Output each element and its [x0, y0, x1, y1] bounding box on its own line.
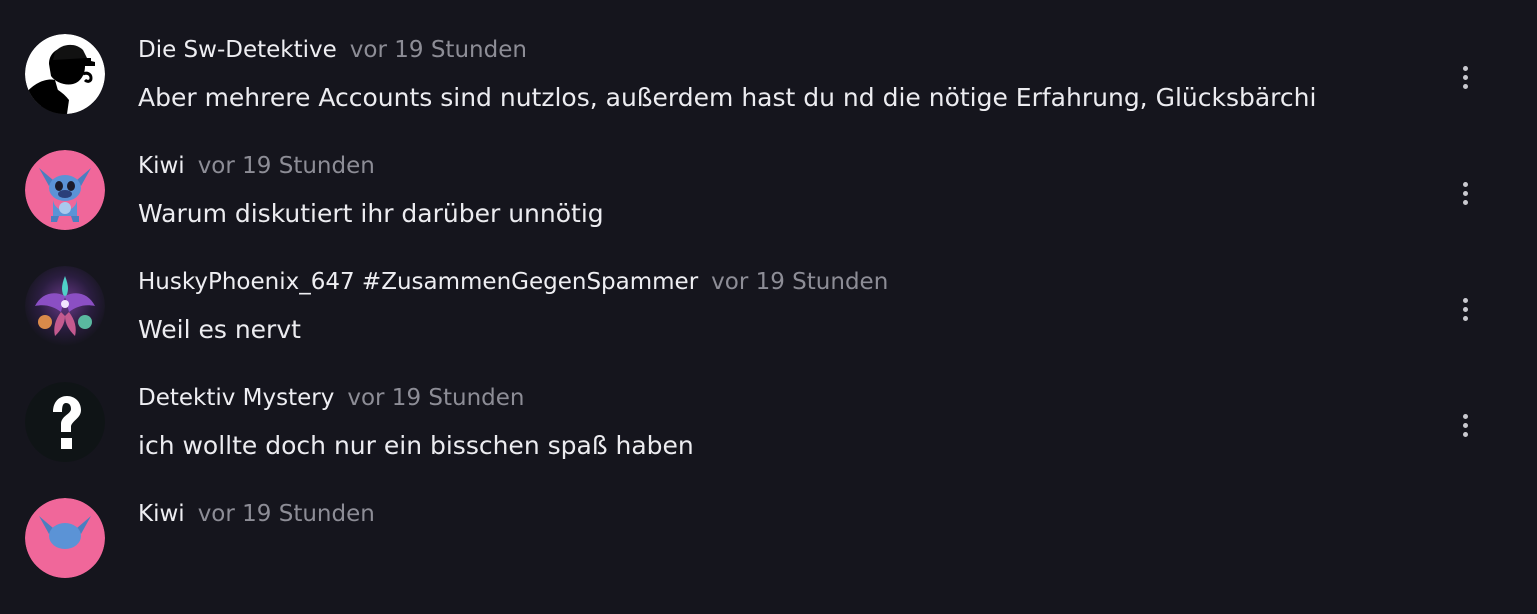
comment-timestamp: vor 19 Stunden	[197, 153, 375, 179]
comment-meta: HuskyPhoenix_647 #ZusammenGegenSpammer vo…	[138, 266, 888, 298]
detective-silhouette-icon	[25, 34, 105, 114]
comment-text: Warum diskutiert ihr darüber unnötig	[138, 199, 604, 228]
avatar[interactable]	[25, 34, 105, 114]
avatar[interactable]	[25, 150, 105, 230]
comment-text: Weil es nervt	[138, 315, 301, 344]
comment-timestamp: vor 19 Stunden	[349, 37, 527, 63]
comment-author[interactable]: HuskyPhoenix_647 #ZusammenGegenSpammer	[138, 269, 698, 295]
more-options-button[interactable]	[1450, 292, 1480, 326]
comment-meta: Kiwi vor 19 Stunden	[138, 150, 375, 182]
comment-item: Die Sw-Detektive vor 19 Stunden Aber mehr…	[0, 34, 1537, 150]
comment-item: Detektiv Mystery vor 19 Stunden ich wollt…	[0, 382, 1537, 498]
comment-timestamp: vor 19 Stunden	[347, 385, 525, 411]
comment-author[interactable]: Kiwi	[138, 153, 185, 179]
vertical-ellipsis-icon	[1462, 297, 1468, 303]
comment-author[interactable]: Detektiv Mystery	[138, 385, 334, 411]
comment-item: HuskyPhoenix_647 #ZusammenGegenSpammer vo…	[0, 266, 1537, 382]
stitch-character-icon	[25, 150, 105, 230]
more-options-button[interactable]	[1450, 408, 1480, 442]
vertical-ellipsis-icon	[1462, 181, 1468, 187]
comment-text: Aber mehrere Accounts sind nutzlos, auße…	[138, 83, 1317, 112]
avatar[interactable]	[25, 382, 105, 462]
comment-list: Die Sw-Detektive vor 19 Stunden Aber mehr…	[0, 0, 1537, 578]
more-options-button[interactable]	[1450, 60, 1480, 94]
avatar[interactable]	[25, 266, 105, 346]
avatar[interactable]	[25, 498, 105, 578]
comment-item: Kiwi vor 19 Stunden	[0, 498, 1537, 614]
comment-text: ich wollte doch nur ein bisschen spaß ha…	[138, 431, 694, 460]
vertical-ellipsis-icon	[1462, 65, 1468, 71]
comment-meta: Kiwi vor 19 Stunden	[138, 498, 375, 530]
stitch-character-icon	[25, 498, 105, 578]
comment-meta: Detektiv Mystery vor 19 Stunden	[138, 382, 525, 414]
comment-meta: Die Sw-Detektive vor 19 Stunden	[138, 34, 527, 66]
more-options-button[interactable]	[1450, 176, 1480, 210]
comment-item: Kiwi vor 19 Stunden Warum diskutiert ihr …	[0, 150, 1537, 266]
comment-timestamp: vor 19 Stunden	[197, 501, 375, 527]
phoenix-icon	[25, 266, 105, 346]
question-mark-icon	[25, 382, 105, 462]
vertical-ellipsis-icon	[1462, 413, 1468, 419]
comment-author[interactable]: Kiwi	[138, 501, 185, 527]
comment-timestamp: vor 19 Stunden	[711, 269, 889, 295]
comment-author[interactable]: Die Sw-Detektive	[138, 37, 337, 63]
